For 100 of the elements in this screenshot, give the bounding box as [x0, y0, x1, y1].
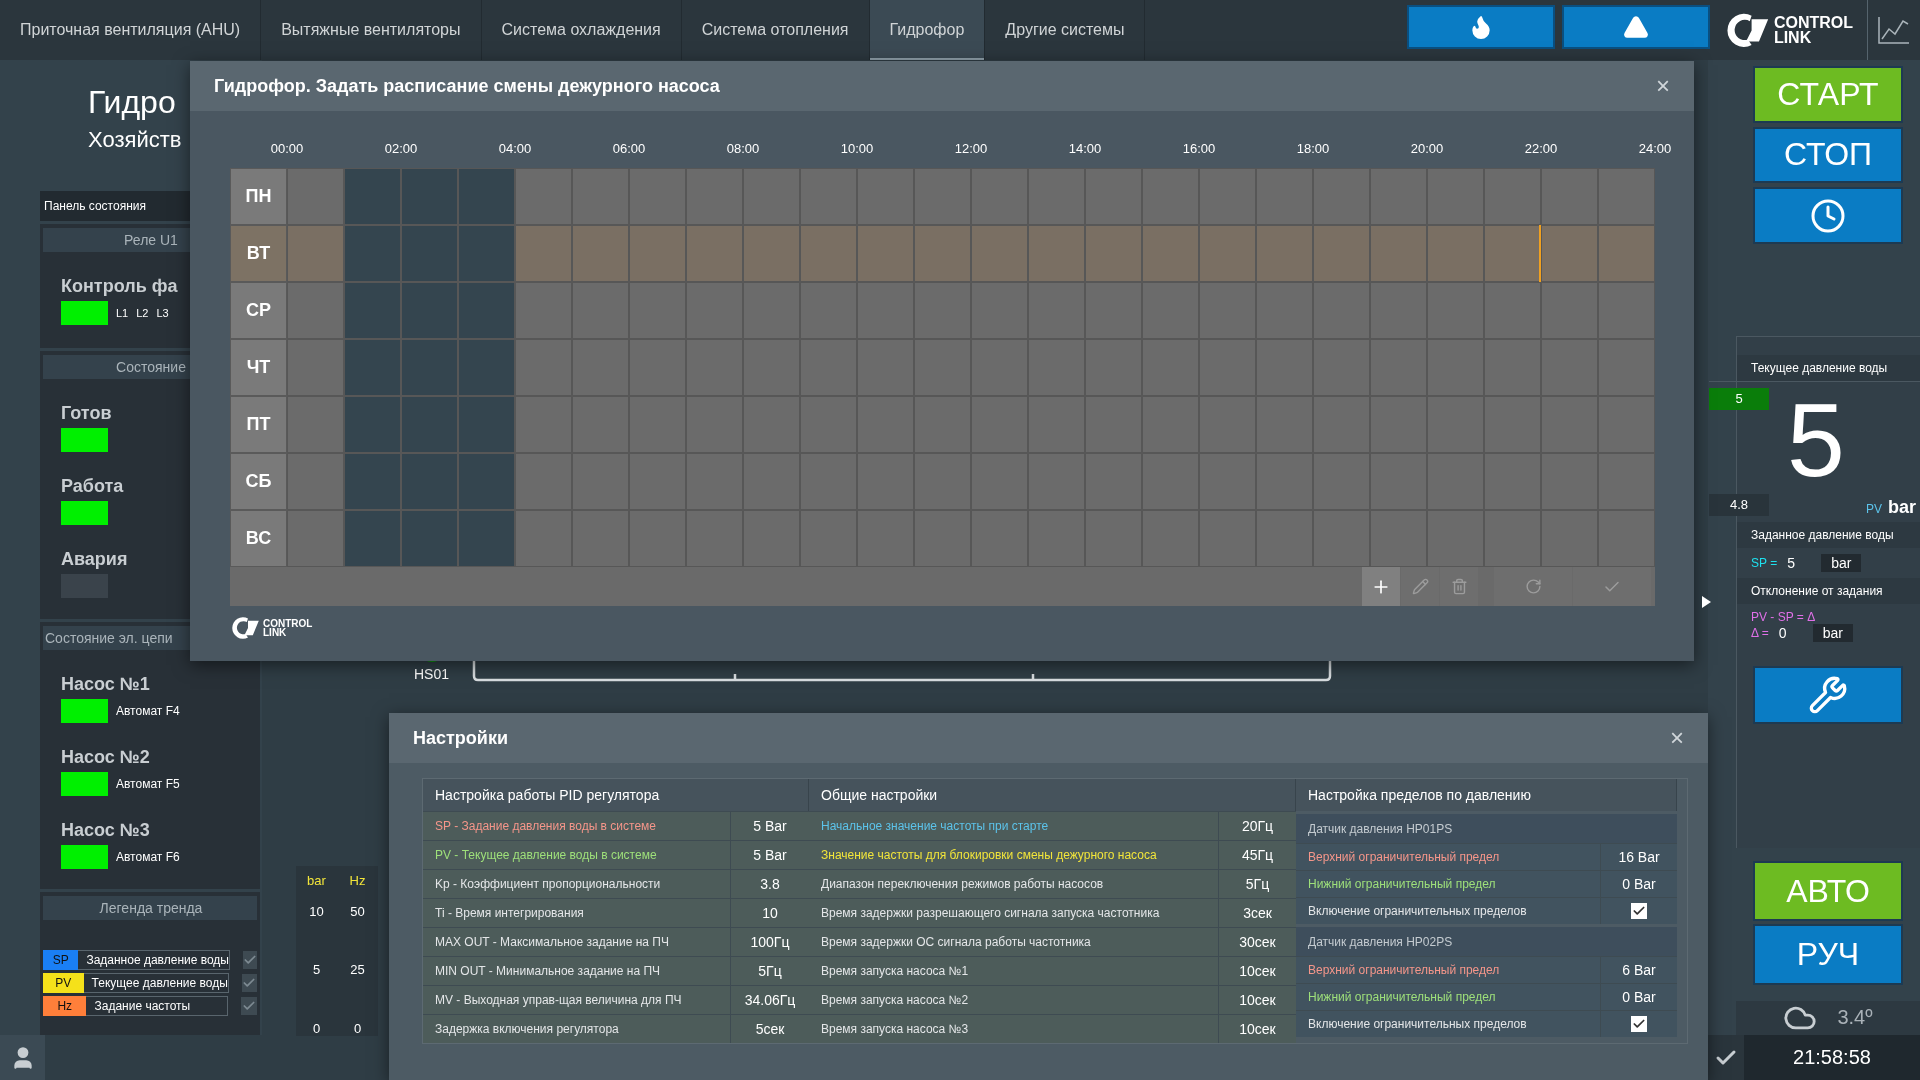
schedule-slot[interactable]	[686, 282, 743, 339]
schedule-slot[interactable]	[743, 225, 800, 282]
schedule-slot[interactable]	[1541, 225, 1598, 282]
schedule-slot[interactable]	[1484, 225, 1541, 282]
schedule-slot[interactable]	[1313, 510, 1370, 567]
day-label[interactable]: ВТ	[230, 225, 287, 282]
limits-checkbox[interactable]	[1631, 1016, 1647, 1032]
setting-value[interactable]: 5Гц	[731, 957, 809, 985]
day-label[interactable]: СР	[230, 282, 287, 339]
schedule-slot[interactable]	[857, 282, 914, 339]
schedule-slot[interactable]	[1313, 282, 1370, 339]
setting-value[interactable]: 10сек	[1219, 957, 1296, 985]
schedule-slot[interactable]	[515, 510, 572, 567]
schedule-slot[interactable]	[1256, 282, 1313, 339]
schedule-slot[interactable]	[1256, 225, 1313, 282]
schedule-slot[interactable]	[1598, 282, 1655, 339]
setting-value[interactable]: 20Гц	[1219, 812, 1296, 840]
setting-value[interactable]: 3сек	[1219, 899, 1296, 927]
user-button[interactable]	[0, 1035, 45, 1080]
schedule-slot[interactable]	[401, 510, 458, 567]
schedule-slot[interactable]	[1028, 225, 1085, 282]
schedule-slot[interactable]	[1256, 168, 1313, 225]
nav-tab[interactable]: Гидрофор	[869, 0, 986, 60]
schedule-slot[interactable]	[344, 225, 401, 282]
close-button[interactable]: ×	[1652, 74, 1674, 98]
schedule-slot[interactable]	[743, 282, 800, 339]
fire-alarm-button[interactable]	[1406, 5, 1555, 49]
schedule-slot[interactable]	[287, 453, 344, 510]
setting-value[interactable]: 10	[731, 899, 809, 927]
limit-value[interactable]: 0 Bar	[1601, 871, 1677, 897]
schedule-slot[interactable]	[344, 168, 401, 225]
schedule-slot[interactable]	[287, 339, 344, 396]
schedule-slot[interactable]	[572, 282, 629, 339]
schedule-slot[interactable]	[344, 510, 401, 567]
tools-button[interactable]	[1753, 665, 1903, 724]
schedule-slot[interactable]	[914, 225, 971, 282]
schedule-slot[interactable]	[515, 396, 572, 453]
day-label[interactable]: ПН	[230, 168, 287, 225]
setting-value[interactable]: 5 Bar	[731, 841, 809, 869]
schedule-slot[interactable]	[344, 339, 401, 396]
schedule-slot[interactable]	[629, 225, 686, 282]
schedule-slot[interactable]	[401, 453, 458, 510]
schedule-slot[interactable]	[971, 225, 1028, 282]
setting-value[interactable]: 30сек	[1219, 928, 1296, 956]
schedule-slot[interactable]	[572, 168, 629, 225]
schedule-slot[interactable]	[458, 282, 515, 339]
limit-value[interactable]: 0 Bar	[1601, 984, 1677, 1010]
schedule-slot[interactable]	[1541, 168, 1598, 225]
schedule-slot[interactable]	[458, 396, 515, 453]
schedule-slot[interactable]	[1142, 282, 1199, 339]
limit-value[interactable]: 16 Bar	[1601, 844, 1677, 870]
schedule-slot[interactable]	[344, 453, 401, 510]
schedule-slot[interactable]	[1598, 510, 1655, 567]
schedule-slot[interactable]	[914, 168, 971, 225]
schedule-slot[interactable]	[1598, 453, 1655, 510]
close-button[interactable]: ×	[1666, 726, 1688, 750]
schedule-slot[interactable]	[287, 396, 344, 453]
schedule-slot[interactable]	[1370, 225, 1427, 282]
schedule-slot[interactable]	[572, 225, 629, 282]
schedule-slot[interactable]	[1598, 168, 1655, 225]
schedule-slot[interactable]	[287, 168, 344, 225]
schedule-slot[interactable]	[1085, 282, 1142, 339]
setting-value[interactable]: 5 Bar	[731, 812, 809, 840]
schedule-slot[interactable]	[1313, 168, 1370, 225]
limits-checkbox[interactable]	[1631, 903, 1647, 919]
schedule-slot[interactable]	[971, 282, 1028, 339]
schedule-slot[interactable]	[1370, 168, 1427, 225]
schedule-slot[interactable]	[458, 225, 515, 282]
schedule-slot[interactable]	[800, 168, 857, 225]
schedule-slot[interactable]	[287, 510, 344, 567]
schedule-slot[interactable]	[1598, 396, 1655, 453]
schedule-slot[interactable]	[401, 396, 458, 453]
schedule-slot[interactable]	[515, 339, 572, 396]
schedule-slot[interactable]	[401, 168, 458, 225]
schedule-slot[interactable]	[401, 225, 458, 282]
setting-value[interactable]: 10сек	[1219, 1015, 1296, 1043]
schedule-button[interactable]	[1753, 187, 1903, 244]
schedule-slot[interactable]	[800, 225, 857, 282]
schedule-slot[interactable]	[971, 168, 1028, 225]
schedule-slot[interactable]	[914, 282, 971, 339]
schedule-slot[interactable]	[515, 225, 572, 282]
day-label[interactable]: ЧТ	[230, 339, 287, 396]
schedule-slot[interactable]	[1370, 510, 1427, 567]
manual-mode-button[interactable]: РУЧ	[1753, 924, 1903, 985]
schedule-slot[interactable]	[287, 225, 344, 282]
schedule-slot[interactable]	[1085, 225, 1142, 282]
schedule-slot[interactable]	[515, 282, 572, 339]
schedule-slot[interactable]	[515, 453, 572, 510]
setting-value[interactable]: 34.06Гц	[731, 986, 809, 1014]
limit-value[interactable]: 6 Bar	[1601, 957, 1677, 983]
setting-value[interactable]: 5сек	[731, 1015, 809, 1043]
confirm-button[interactable]	[1708, 1035, 1744, 1080]
schedule-slot[interactable]	[458, 168, 515, 225]
schedule-slot[interactable]	[1199, 168, 1256, 225]
schedule-slot[interactable]	[287, 282, 344, 339]
schedule-slot[interactable]	[515, 168, 572, 225]
schedule-slot[interactable]	[344, 396, 401, 453]
legend-checkbox[interactable]	[240, 997, 257, 1015]
schedule-slot[interactable]	[629, 168, 686, 225]
schedule-slot[interactable]	[1199, 282, 1256, 339]
